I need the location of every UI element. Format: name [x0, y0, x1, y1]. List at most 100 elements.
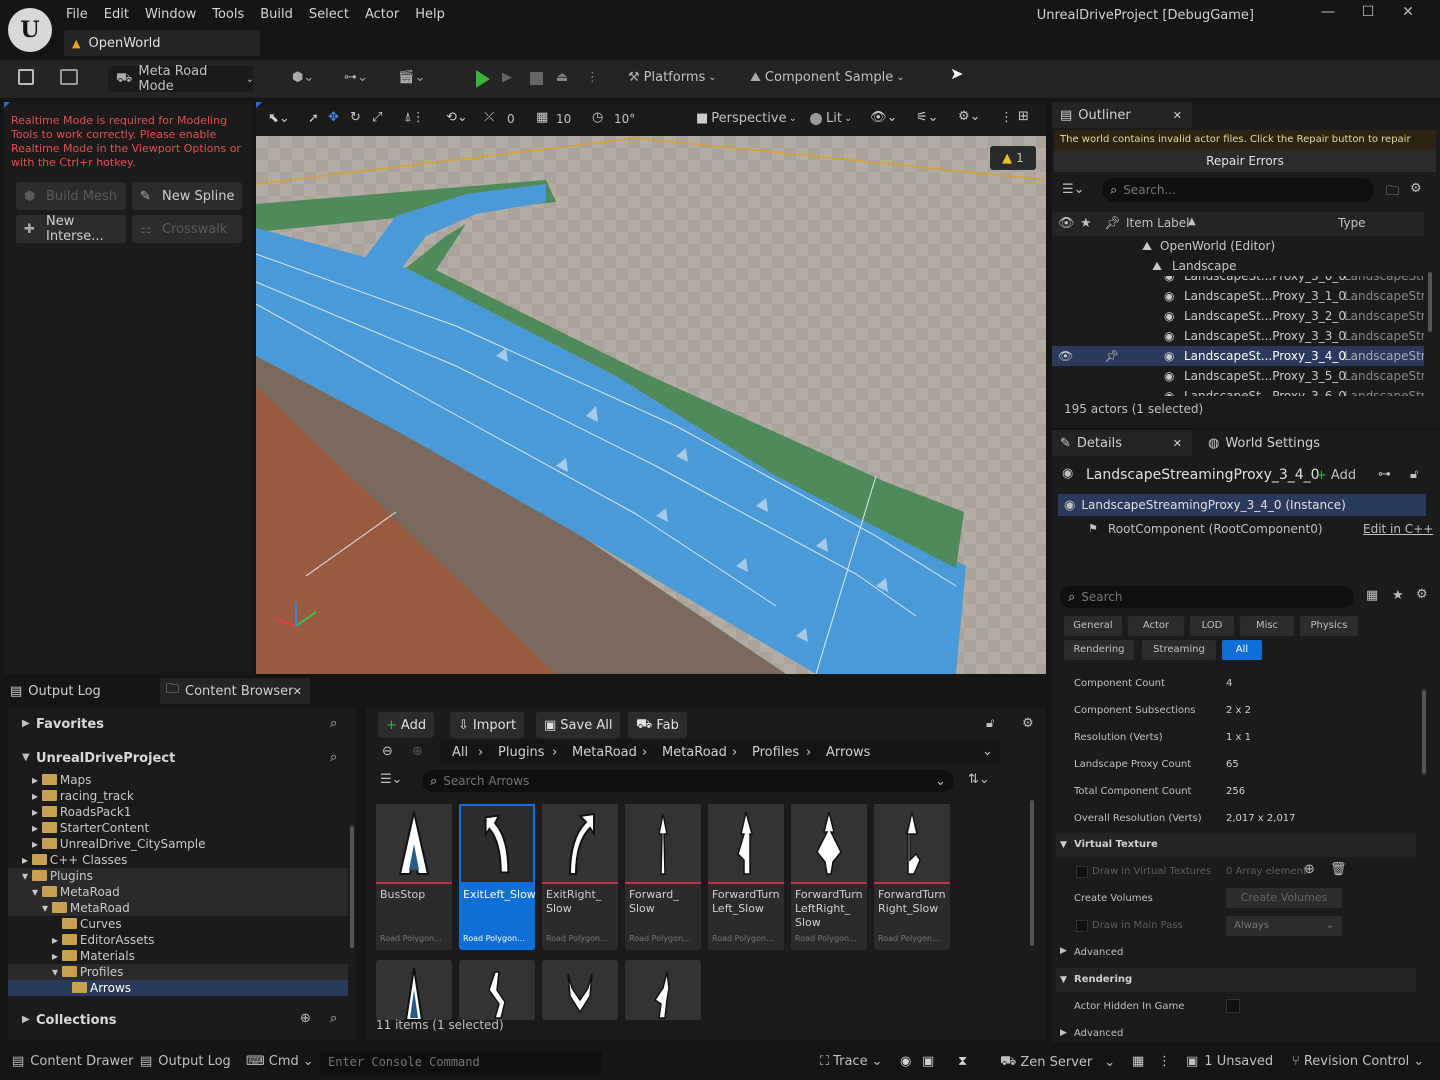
menu-build[interactable]: Build [252, 4, 301, 26]
tree-item[interactable]: ▸ Materials [52, 948, 135, 964]
select-icon[interactable]: ➚ [308, 111, 319, 126]
tree-item[interactable]: ▸ StarterContent [32, 820, 149, 836]
add-folder-icon[interactable]: 🗀︎ [1386, 182, 1399, 204]
draw-vt-checkbox[interactable] [1076, 866, 1088, 878]
search-icon[interactable]: ⌕ [330, 750, 337, 765]
save-all-button[interactable]: ▣ Save All [536, 712, 621, 738]
sort-icon[interactable]: ⇅⌄ [968, 772, 990, 787]
asset-tile[interactable] [459, 960, 535, 1020]
console-input[interactable] [320, 1051, 602, 1073]
menu-file[interactable]: File [58, 4, 96, 26]
blueprint-icon[interactable]: ⊶ [1378, 467, 1391, 482]
add-element-icon[interactable]: ⊕ [1304, 862, 1315, 877]
tree-item[interactable]: Curves [62, 916, 122, 932]
asset-tile[interactable]: ExitRight_ Slow Road Polygon... [542, 804, 618, 950]
world-local-icon[interactable]: ⟲⌄ [446, 110, 468, 125]
menu-help[interactable]: Help [407, 4, 453, 26]
cinematics-icon[interactable]: 🎬︎⌄ [398, 70, 425, 85]
outliner-row[interactable]: ◉ LandscapeSt...Proxy_3_1_0 LandscapeStre [1052, 286, 1424, 306]
settings-icon[interactable]: ⚙ [1022, 716, 1034, 731]
filter-icon[interactable]: ☰⌄ [1062, 182, 1085, 197]
asset-tile-selected[interactable]: ExitLeft_Slow Road Polygon... [459, 804, 536, 950]
tree-item[interactable]: ▸ racing_track [32, 788, 134, 804]
details-scrollbar[interactable] [1422, 690, 1426, 774]
hourglass-icon[interactable]: ⧗ [958, 1054, 967, 1069]
menu-edit[interactable]: Edit [96, 4, 137, 26]
draw-main-pass-checkbox[interactable] [1076, 920, 1088, 932]
stop-icon[interactable] [530, 72, 543, 85]
asset-tile[interactable]: ForwardTurn LeftRight_ Slow Road Polygon… [791, 804, 867, 950]
breadcrumb-plugins[interactable]: Plugins [498, 745, 545, 760]
play-options-icon[interactable]: ⋮ [586, 70, 599, 85]
unsaved-button[interactable]: ▣ 1 Unsaved [1186, 1054, 1273, 1069]
show-flags-icon[interactable]: 👁︎⌄ [870, 110, 897, 125]
repair-errors-button[interactable]: Repair Errors [1054, 150, 1436, 172]
content-drawer-button[interactable]: ▤ Content Drawer [12, 1054, 133, 1069]
tree-item[interactable]: ▸ UnrealDrive_CitySample [32, 836, 205, 852]
tree-item[interactable]: ▾ Profiles [8, 964, 348, 980]
table-view-icon[interactable]: ▦ [1366, 588, 1378, 603]
filter-rendering[interactable]: Rendering [1064, 640, 1134, 660]
screenshot-icon[interactable]: ▣ [922, 1054, 934, 1069]
view-mode-dropdown[interactable]: Lit ⌄ [810, 111, 852, 126]
grid-snap-icon[interactable]: ▦ [536, 110, 548, 125]
rendering-category[interactable]: ▼ Rendering [1056, 968, 1416, 992]
always-dropdown[interactable]: Always ⌄ [1226, 916, 1342, 936]
record-icon[interactable]: ◉ [900, 1054, 911, 1069]
outliner-row[interactable]: ◉ LandscapeSt...Proxy_3_2_0 LandscapeStre [1052, 306, 1424, 326]
type-header[interactable]: Type [1338, 216, 1366, 230]
filter-icon[interactable]: ☰⌄ [380, 772, 403, 787]
build-mesh-button[interactable]: ⬢ Build Mesh [16, 182, 126, 210]
menu-tools[interactable]: Tools [204, 4, 252, 26]
outliner-tab[interactable]: ▤ Outliner ✕ [1052, 102, 1192, 128]
breadcrumb-all[interactable]: All [452, 745, 468, 760]
virtual-texture-category[interactable]: ▼ Virtual Texture [1056, 833, 1416, 857]
play-icon[interactable] [476, 70, 490, 88]
menu-window[interactable]: Window [137, 4, 204, 26]
output-log-tab[interactable]: ▤ Output Log [10, 678, 101, 704]
advanced-label[interactable]: Advanced [1074, 947, 1123, 958]
tree-item[interactable]: ▸ Maps [32, 774, 91, 788]
pin-icon[interactable]: 📌︎ [1104, 346, 1119, 366]
select-mode-icon[interactable]: ⬉⌄ [268, 111, 290, 126]
collections-label[interactable]: Collections [36, 1013, 117, 1028]
item-label-header[interactable]: Item Label [1126, 216, 1190, 230]
content-browser-tab[interactable]: 🗀︎ Content Browser ✕ [160, 678, 310, 704]
actor-hidden-checkbox[interactable] [1226, 999, 1240, 1013]
visibility-icon[interactable]: 👁︎ [1058, 346, 1073, 366]
new-intersection-button[interactable]: ✚ New Interse... [16, 214, 126, 244]
add-component-button[interactable]: + Add [1310, 464, 1362, 486]
outliner-row[interactable]: ◉ LandscapeSt...Proxy_3_5_0 LandscapeStre [1052, 366, 1424, 386]
tree-scrollbar[interactable] [350, 826, 354, 948]
outliner-root-row[interactable]: ⛰ OpenWorld (Editor) [1052, 236, 1424, 256]
favorite-icon[interactable]: ★ [1392, 588, 1404, 603]
settings-icon[interactable]: ⚙⌄ [958, 109, 981, 124]
tree-item[interactable]: ▾ Plugins [8, 868, 348, 884]
outliner-landscape-row[interactable]: ⛰ Landscape [1052, 256, 1424, 276]
save-icon[interactable] [18, 69, 34, 85]
outliner-row[interactable]: ◉ LandscapeSt...Proxy_3_3_0 LandscapeStre [1052, 326, 1424, 346]
settings-icon[interactable]: ⚙ [1416, 587, 1428, 602]
component-sample-button[interactable]: ⛰ Component Sample ⌄ [750, 70, 905, 85]
zen-server-dropdown[interactable]: ⛟ Zen Server ⌄ [1000, 1054, 1115, 1071]
filter-general[interactable]: General [1064, 616, 1122, 636]
tree-item[interactable]: ▾ MetaRoad [8, 884, 348, 900]
grid-snap-value[interactable]: 10 [556, 112, 571, 126]
fab-button[interactable]: ⛟ Fab [628, 712, 687, 738]
outliner-scrollbar[interactable] [1428, 272, 1432, 332]
maximize-icon[interactable]: ☐ [1348, 4, 1388, 20]
back-icon[interactable]: ⊖ [382, 744, 393, 759]
add-actor-icon[interactable]: ⬢⌄ [292, 70, 314, 85]
filter-physics[interactable]: Physics [1300, 616, 1358, 636]
close-icon[interactable]: ✕ [1173, 109, 1182, 122]
platforms-button[interactable]: ⚒ Platforms ⌄ [628, 70, 717, 85]
favorites-label[interactable]: Favorites [36, 717, 104, 732]
instance-row[interactable]: ◉ LandscapeStreamingProxy_3_4_0 (Instanc… [1058, 494, 1426, 516]
search-icon[interactable]: ⌕ [330, 1011, 337, 1026]
menu-select[interactable]: Select [301, 4, 357, 26]
import-button[interactable]: ⇩ Import [450, 712, 525, 738]
details-search[interactable]: ⌕ [1060, 586, 1354, 608]
asset-tile[interactable]: BusStop Road Polygon... [376, 804, 452, 950]
breadcrumb-arrows[interactable]: Arrows [826, 745, 870, 760]
asset-tile[interactable]: Forward_ Slow Road Polygon... [625, 804, 701, 950]
